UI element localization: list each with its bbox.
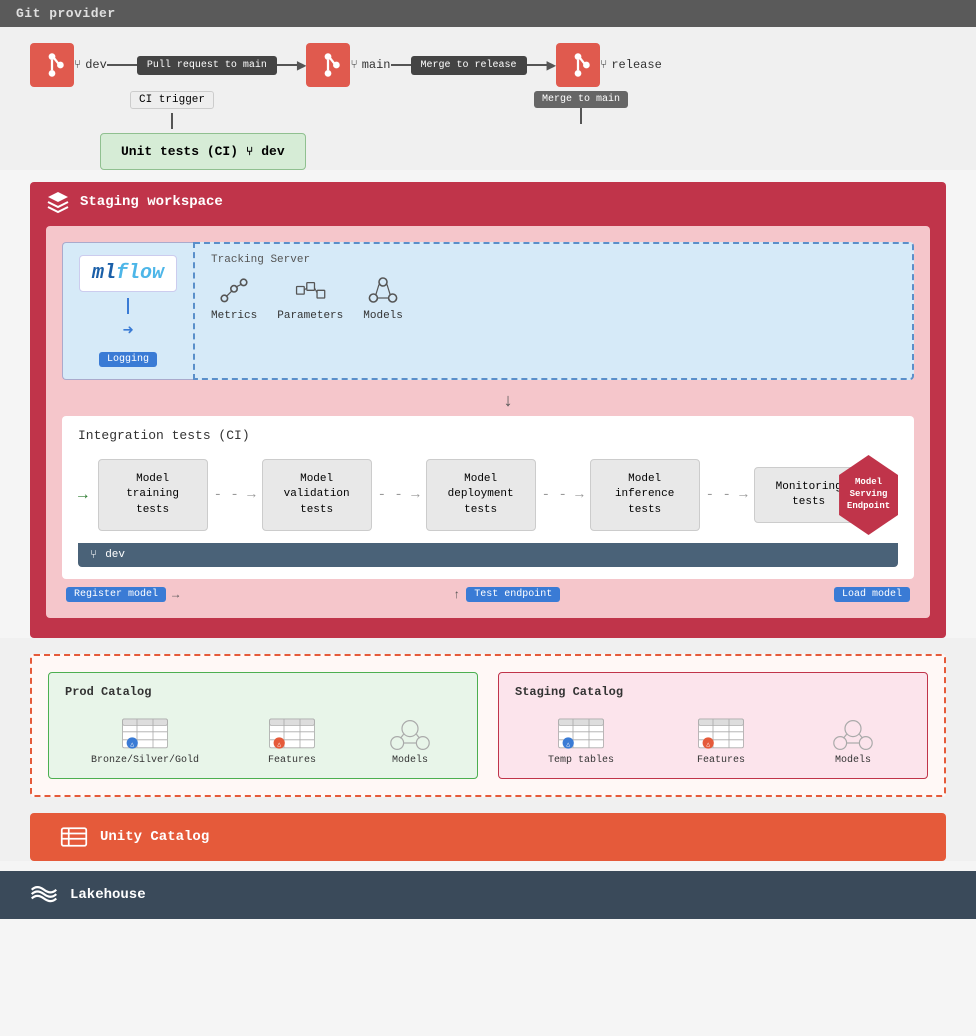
mlflow-left: mlflow ➜ Logging bbox=[62, 242, 193, 380]
parameters-icon bbox=[294, 274, 326, 306]
models-prod-icon bbox=[385, 711, 435, 751]
test-box-validation: Model validation tests bbox=[262, 459, 372, 531]
tracking-metrics: Metrics bbox=[211, 274, 257, 322]
line1 bbox=[107, 64, 137, 66]
integration-title: Integration tests (CI) bbox=[78, 428, 898, 443]
temp-tables-icon: △ bbox=[556, 711, 606, 751]
metrics-icon bbox=[218, 274, 250, 306]
integration-outer: → Model training tests - - → Model valid… bbox=[78, 455, 898, 535]
line2 bbox=[277, 64, 297, 66]
main-git-icon bbox=[306, 43, 350, 87]
arrow1: ▶ bbox=[297, 55, 307, 75]
svg-text:△: △ bbox=[130, 741, 134, 748]
prod-catalog: Prod Catalog △ Bronze/Silver/Gold bbox=[48, 672, 478, 779]
models-icon bbox=[367, 274, 399, 306]
svg-text:△: △ bbox=[706, 741, 710, 748]
logging-badge: Logging bbox=[99, 352, 157, 367]
models-staging-icon bbox=[828, 711, 878, 751]
lakehouse-icon bbox=[30, 881, 58, 909]
merge-v-line bbox=[580, 108, 582, 124]
dashed-arrow-4: - - → bbox=[706, 487, 748, 503]
staging-item-temp: △ Temp tables bbox=[548, 711, 614, 766]
staging-workspace: Staging workspace mlflow ➜ Logging Track… bbox=[30, 182, 946, 638]
layers-icon bbox=[46, 190, 70, 214]
unity-catalog-bar: Unity Catalog bbox=[30, 813, 946, 861]
staging-inner: mlflow ➜ Logging Tracking Server bbox=[46, 226, 930, 618]
prod-catalog-title: Prod Catalog bbox=[65, 685, 461, 699]
release-branch-label: ⑂ release bbox=[600, 58, 662, 72]
tracking-parameters: Parameters bbox=[277, 274, 343, 322]
integration-tests-section: Integration tests (CI) → Model training … bbox=[62, 416, 914, 579]
tracking-items: Metrics Parame bbox=[211, 274, 896, 322]
unit-tests-area: Unit tests (CI) ⑂ dev bbox=[100, 133, 946, 170]
test-endpoint-badge: Test endpoint bbox=[466, 587, 560, 602]
prod-item-bronze: △ Bronze/Silver/Gold bbox=[91, 711, 199, 766]
line3 bbox=[391, 64, 411, 66]
git-provider-bar: Git provider bbox=[0, 0, 976, 27]
dev-git-icon bbox=[30, 43, 74, 87]
features-prod-icon: △ bbox=[267, 711, 317, 751]
dashed-arrow-3: - - → bbox=[542, 487, 584, 503]
merge-to-main-label: Merge to main bbox=[534, 91, 628, 108]
main-branch-label: ⑂ main bbox=[350, 58, 390, 72]
prod-item-models: Models bbox=[385, 711, 435, 766]
dashed-arrow-2: - - → bbox=[378, 487, 420, 503]
pull-request-btn[interactable]: Pull request to main bbox=[137, 56, 277, 75]
right-arrow-blue: ➜ bbox=[123, 320, 134, 342]
release-git-icon bbox=[556, 43, 600, 87]
top-section: ⑂ dev Pull request to main ▶ ⑂ main Merg… bbox=[0, 27, 976, 170]
prod-catalog-items: △ Bronze/Silver/Gold △ bbox=[65, 711, 461, 766]
unit-tests-box: Unit tests (CI) ⑂ dev bbox=[100, 133, 306, 170]
merge-to-release-btn[interactable]: Merge to release bbox=[411, 56, 527, 75]
staging-item-features: △ Features bbox=[696, 711, 746, 766]
down-arrow-to-integration: ↓ bbox=[102, 392, 914, 412]
mlflow-logo: mlflow bbox=[79, 255, 177, 292]
prod-item-features: △ Features bbox=[267, 711, 317, 766]
staging-header: Staging workspace bbox=[46, 190, 930, 214]
load-model-badge: Load model bbox=[834, 587, 910, 602]
staging-catalog-items: △ Temp tables △ bbox=[515, 711, 911, 766]
ci-v-line bbox=[171, 113, 173, 129]
dev-branch-label: ⑂ dev bbox=[74, 58, 107, 72]
lakehouse-bar: Lakehouse bbox=[0, 871, 976, 919]
svg-text:△: △ bbox=[277, 741, 281, 748]
tracking-server-title: Tracking Server bbox=[211, 254, 896, 266]
git-flow-row: ⑂ dev Pull request to main ▶ ⑂ main Merg… bbox=[30, 43, 946, 87]
dev-bar: ⑂ dev bbox=[78, 543, 898, 567]
test-box-inference: Model inference tests bbox=[590, 459, 700, 531]
tracking-models: Models bbox=[363, 274, 403, 322]
bronze-icon: △ bbox=[120, 711, 170, 751]
register-model-badge: Register model bbox=[66, 587, 166, 602]
tests-flow: Model training tests - - → Model validat… bbox=[98, 459, 829, 531]
test-box-deployment: Model deployment tests bbox=[426, 459, 536, 531]
catalogs-row: Prod Catalog △ Bronze/Silver/Gold bbox=[30, 654, 946, 797]
unity-catalog-icon bbox=[60, 823, 88, 851]
test-box-training: Model training tests bbox=[98, 459, 208, 531]
ci-trigger-label: CI trigger bbox=[130, 91, 214, 109]
line4 bbox=[527, 64, 547, 66]
staging-catalog: Staging Catalog △ Temp tables bbox=[498, 672, 928, 779]
staging-catalog-title: Staging Catalog bbox=[515, 685, 911, 699]
bottom-section: Prod Catalog △ Bronze/Silver/Gold bbox=[0, 638, 976, 861]
arrow2: ▶ bbox=[547, 55, 557, 75]
svg-text:△: △ bbox=[566, 741, 570, 748]
dashed-arrow-1: - - → bbox=[214, 487, 256, 503]
staging-item-models: Models bbox=[828, 711, 878, 766]
logging-arrow bbox=[127, 298, 129, 314]
tracking-server-box: Tracking Server bbox=[193, 242, 914, 380]
green-enter-arrow: → bbox=[78, 486, 88, 504]
flow-labels-row: Register model → ↑ Test endpoint Load mo… bbox=[62, 587, 914, 602]
features-staging-icon: △ bbox=[696, 711, 746, 751]
